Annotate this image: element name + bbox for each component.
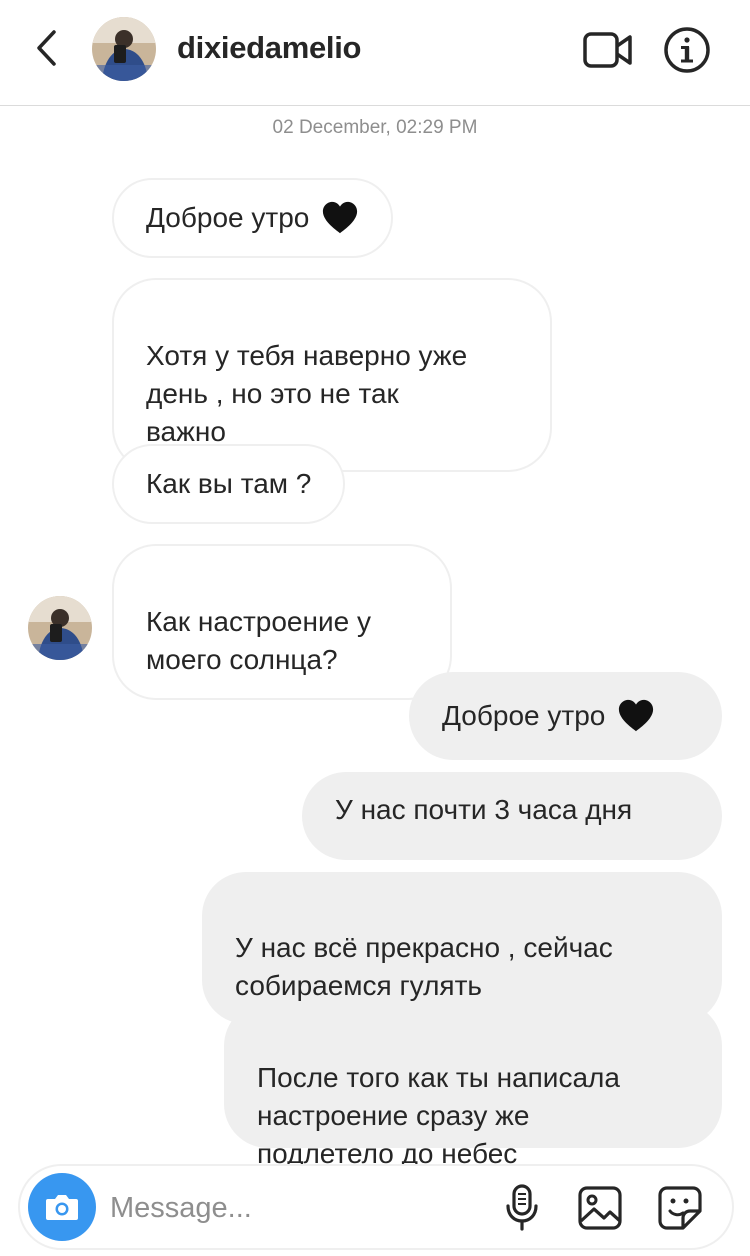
incoming-message[interactable]: Как настроение у моего солнца? bbox=[112, 544, 452, 700]
outgoing-message[interactable]: После того как ты написала настроение ср… bbox=[224, 1002, 722, 1169]
gallery-button[interactable] bbox=[574, 1182, 626, 1234]
gallery-icon bbox=[578, 1186, 622, 1230]
sender-avatar[interactable] bbox=[28, 596, 92, 660]
outgoing-message[interactable]: Доброе утро bbox=[409, 672, 722, 760]
message-text: Хотя у тебя наверно уже день , но это не… bbox=[146, 340, 468, 447]
message-composer bbox=[18, 1164, 734, 1250]
chat-header: dixiedamelio bbox=[0, 0, 750, 106]
message-text: Как вы там ? bbox=[146, 468, 312, 499]
camera-button[interactable] bbox=[28, 1173, 96, 1241]
incoming-message[interactable]: Как вы там ? bbox=[112, 444, 346, 524]
black-heart-icon bbox=[619, 699, 654, 732]
chat-username[interactable]: dixiedamelio bbox=[177, 30, 361, 66]
sticker-button[interactable] bbox=[654, 1182, 706, 1234]
avatar[interactable] bbox=[92, 17, 156, 81]
microphone-icon bbox=[506, 1184, 538, 1231]
incoming-message[interactable]: Хотя у тебя наверно уже день , но это не… bbox=[112, 278, 552, 472]
message-text: У нас всё прекрасно , сейчас собираемся … bbox=[235, 932, 613, 1001]
message-timestamp: 02 December, 02:29 PM bbox=[272, 117, 478, 138]
back-button[interactable] bbox=[24, 26, 68, 70]
outgoing-message[interactable]: У нас почти 3 часа дня bbox=[302, 772, 722, 860]
info-button[interactable] bbox=[662, 25, 712, 75]
voice-message-button[interactable] bbox=[498, 1180, 546, 1236]
message-text: Доброе утро bbox=[146, 202, 310, 233]
incoming-message[interactable]: Доброе утро bbox=[112, 178, 394, 258]
black-heart-icon bbox=[323, 201, 358, 234]
chevron-left-icon bbox=[37, 30, 56, 66]
message-input[interactable] bbox=[110, 1186, 470, 1230]
message-text: Доброе утро bbox=[442, 700, 606, 731]
message-text: У нас почти 3 часа дня bbox=[335, 794, 633, 825]
video-call-button[interactable] bbox=[580, 26, 636, 74]
sticker-icon bbox=[658, 1186, 702, 1230]
info-icon bbox=[664, 27, 710, 73]
video-camera-icon bbox=[583, 32, 632, 68]
camera-icon bbox=[46, 1195, 78, 1220]
message-text: Как настроение у моего солнца? bbox=[146, 606, 371, 675]
message-text: После того как ты написала настроение ср… bbox=[257, 1062, 620, 1169]
